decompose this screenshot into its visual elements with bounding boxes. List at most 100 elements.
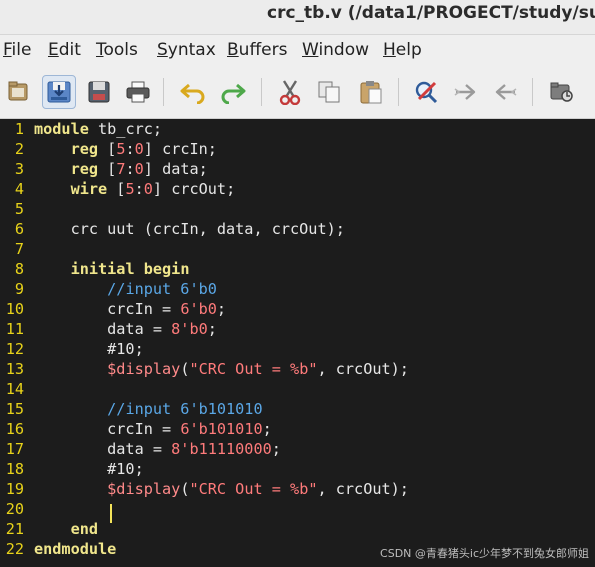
save-all-icon	[88, 81, 110, 103]
code-line: 5	[0, 199, 24, 219]
line-number: 17	[5, 440, 24, 458]
menu-file[interactable]: File	[3, 40, 31, 60]
line-text: #10;	[34, 340, 144, 358]
menu-help[interactable]: Help	[383, 40, 422, 60]
line-number: 2	[14, 140, 24, 158]
find-next-button[interactable]	[449, 75, 483, 109]
find-replace-icon	[415, 81, 438, 104]
code-line: 16 crcIn = 6'b101010;	[0, 419, 272, 439]
code-line: 2 reg [5:0] crcIn;	[0, 139, 217, 159]
cut-button[interactable]	[273, 75, 307, 109]
code-line: 15 //input 6'b101010	[0, 399, 263, 419]
print-icon	[126, 81, 150, 103]
line-text: crc uut (crcIn, data, crcOut);	[34, 220, 345, 238]
line-number: 7	[14, 240, 24, 258]
code-line: 1 module tb_crc;	[0, 119, 162, 139]
code-line: 20	[0, 499, 24, 519]
toolbar	[0, 66, 595, 119]
save-icon	[47, 81, 71, 103]
code-line: 11 data = 8'b0;	[0, 319, 217, 339]
line-number: 20	[5, 500, 24, 518]
window-titlebar: crc_tb.v (/data1/PROGECT/study/sunjj/c	[0, 0, 595, 35]
text-cursor	[110, 504, 112, 523]
toolbar-separator	[532, 78, 533, 106]
line-number: 4	[14, 180, 24, 198]
line-text: //input 6'b0	[107, 280, 217, 298]
line-text: endmodule	[34, 540, 117, 558]
line-number: 5	[14, 200, 24, 218]
line-text: #10;	[34, 460, 144, 478]
line-text: $display("CRC Out = %b", crcOut);	[107, 360, 409, 378]
code-line: 18 #10;	[0, 459, 144, 479]
line-number: 19	[5, 480, 24, 498]
load-session-icon	[550, 82, 573, 102]
code-line: 6 crc uut (crcIn, data, crcOut);	[0, 219, 345, 239]
toolbar-separator	[261, 78, 262, 106]
line-text: $display("CRC Out = %b", crcOut);	[107, 480, 409, 498]
paste-icon	[360, 81, 382, 104]
window-title: crc_tb.v (/data1/PROGECT/study/sunjj/c	[267, 3, 595, 23]
line-number: 3	[14, 160, 24, 178]
line-number: 18	[5, 460, 24, 478]
line-text: data = 8'b0;	[34, 320, 217, 338]
code-line: 3 reg [7:0] data;	[0, 159, 208, 179]
save-button[interactable]	[42, 75, 76, 109]
code-line: 14	[0, 379, 24, 399]
code-editor[interactable]: 1 module tb_crc; 2 reg [5:0] crcIn; 3 reg…	[0, 119, 595, 567]
watermark: CSDN @青春猪头ic少年梦不到兔女郎师姐	[380, 547, 589, 560]
save-all-button[interactable]	[82, 75, 116, 109]
load-session-button[interactable]	[545, 75, 579, 109]
line-number: 12	[5, 340, 24, 358]
open-icon	[8, 81, 28, 101]
undo-button[interactable]	[176, 75, 210, 109]
line-text: reg [5:0] crcIn;	[70, 140, 217, 158]
code-line: 19 $display("CRC Out = %b", crcOut);	[0, 479, 409, 499]
code-line: 13 $display("CRC Out = %b", crcOut);	[0, 359, 409, 379]
line-number: 22	[5, 540, 24, 558]
menu-bar: File Edit Tools Syntax Buffers Window He…	[0, 35, 595, 66]
paste-button[interactable]	[354, 75, 388, 109]
open-button[interactable]	[2, 75, 36, 109]
line-number: 10	[5, 300, 24, 318]
find-prev-icon	[495, 84, 517, 100]
code-line: 12 #10;	[0, 339, 144, 359]
find-replace-button[interactable]	[410, 75, 444, 109]
line-number: 14	[5, 380, 24, 398]
code-line: 4 wire [5:0] crcOut;	[0, 179, 235, 199]
code-line: 22 endmodule	[0, 539, 117, 559]
line-text: crcIn = 6'b101010;	[34, 420, 272, 438]
redo-button[interactable]	[216, 75, 250, 109]
menu-window[interactable]: Window	[302, 40, 369, 60]
menu-tools[interactable]: Tools	[96, 40, 138, 60]
line-number: 1	[14, 120, 24, 138]
line-text: //input 6'b101010	[107, 400, 263, 418]
print-button[interactable]	[121, 75, 155, 109]
menu-buffers[interactable]: Buffers	[227, 40, 287, 60]
code-line: 7	[0, 239, 24, 259]
line-text: crcIn = 6'b0;	[34, 300, 227, 318]
line-number: 6	[14, 220, 24, 238]
line-number: 21	[5, 520, 24, 538]
copy-button[interactable]	[312, 75, 346, 109]
code-line: 8 initial begin	[0, 259, 190, 279]
line-number: 8	[14, 260, 24, 278]
find-next-icon	[454, 84, 476, 100]
code-line: 21 end	[0, 519, 98, 539]
line-text: wire [5:0] crcOut;	[70, 180, 236, 198]
line-text: data = 8'b11110000;	[34, 440, 281, 458]
find-prev-button[interactable]	[488, 75, 522, 109]
cut-icon	[279, 80, 301, 105]
menu-edit[interactable]: Edit	[48, 40, 81, 60]
menu-syntax[interactable]: Syntax	[157, 40, 216, 60]
line-text: reg [7:0] data;	[70, 160, 208, 178]
line-text: initial begin	[70, 260, 190, 278]
toolbar-separator	[163, 78, 164, 106]
line-number: 16	[5, 420, 24, 438]
line-number: 11	[5, 320, 24, 338]
line-text: end	[70, 520, 99, 538]
line-number: 15	[5, 400, 24, 418]
code-line: 10 crcIn = 6'b0;	[0, 299, 226, 319]
toolbar-separator	[398, 78, 399, 106]
undo-icon	[180, 83, 205, 104]
copy-icon	[318, 81, 340, 103]
